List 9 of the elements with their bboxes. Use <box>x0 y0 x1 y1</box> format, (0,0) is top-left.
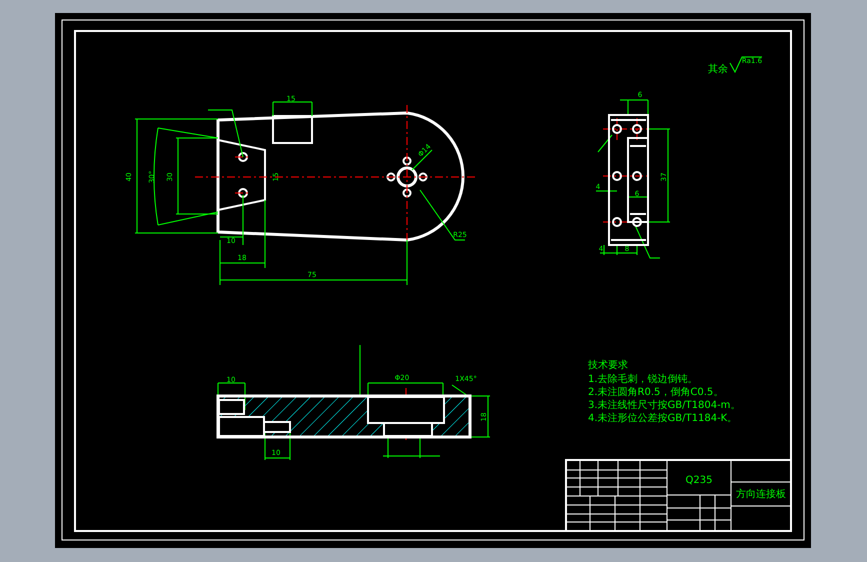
roughness-label: 其余 <box>708 64 728 75</box>
tech-requirement-note: 2.未注圆角R0.5，倒角C0.5。 <box>588 387 724 398</box>
tech-requirement-note: 1.去除毛刺，锐边倒钝。 <box>588 374 698 385</box>
material-text: Q235 <box>686 475 712 486</box>
tech-requirement-note: 4.未注形位公差按GB/T1184-K。 <box>588 413 738 424</box>
roughness-symbol-icon <box>730 56 762 74</box>
tech-requirements-title: 技术要求 <box>588 360 628 371</box>
tech-requirement-note: 3.未注线性尺寸按GB/T1804-m。 <box>588 400 740 411</box>
part-name-text: 方向连接板 <box>736 489 786 500</box>
